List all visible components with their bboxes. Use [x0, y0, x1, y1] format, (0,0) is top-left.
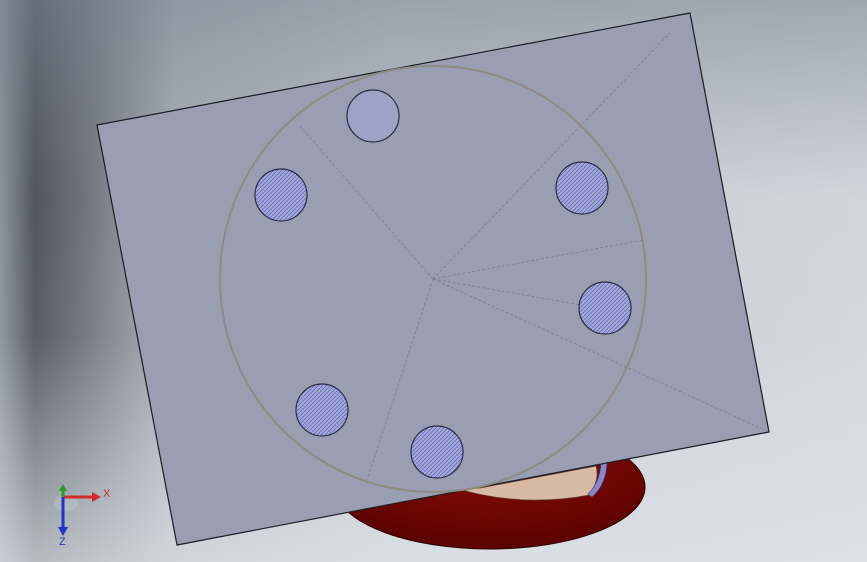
bolt-hole[interactable]: [578, 281, 632, 335]
bolt-hole[interactable]: [555, 161, 609, 215]
cad-viewport[interactable]: [0, 0, 867, 562]
z-axis-label: Z: [59, 536, 66, 548]
bolt-hole[interactable]: [295, 383, 349, 437]
coordinate-triad: X Z: [54, 484, 111, 548]
bolt-hole[interactable]: [254, 168, 308, 222]
x-axis-label: X: [103, 488, 111, 500]
bolt-hole[interactable]: [410, 425, 464, 479]
bolt-hole[interactable]: [346, 89, 400, 143]
